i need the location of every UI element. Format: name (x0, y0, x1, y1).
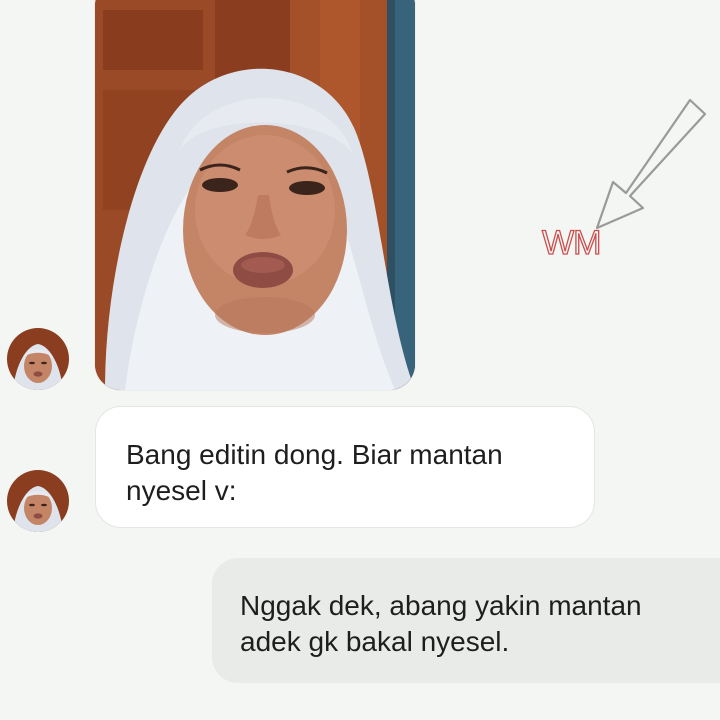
received-message-bubble[interactable]: Bang editin dong. Biar mantan nyesel v: (95, 406, 595, 528)
shared-photo[interactable] (95, 0, 415, 390)
contact-avatar-icon[interactable] (7, 328, 69, 390)
avatar-image (7, 328, 69, 390)
contact-avatar-icon[interactable] (7, 470, 69, 532)
avatar-image (7, 470, 69, 532)
sent-message-bubble[interactable]: Nggak dek, abang yakin mantan adek gk ba… (212, 558, 720, 683)
chat-thread: WM Bang editin dong. Biar mantan nyesel … (0, 0, 720, 720)
selfie-photo-icon (95, 0, 415, 390)
watermark-arrow-icon (595, 98, 707, 230)
watermark-label: WM (541, 224, 602, 262)
